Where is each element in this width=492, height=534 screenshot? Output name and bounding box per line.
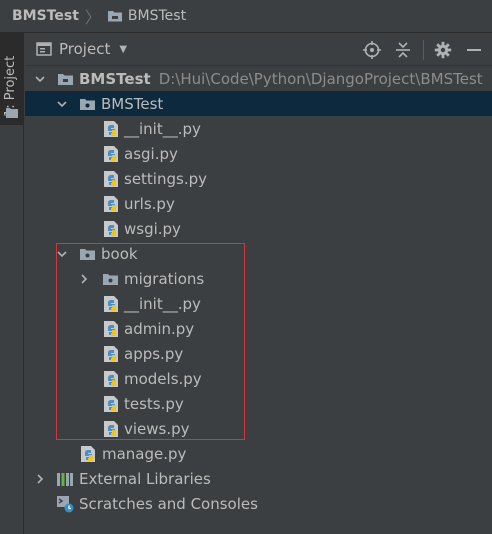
python-file-icon <box>103 170 121 188</box>
project-panel-header: Project ▼ <box>25 33 492 66</box>
folder-icon <box>78 95 96 113</box>
tree-label: settings.py <box>124 169 207 188</box>
tree-label: __init__.py <box>124 119 201 138</box>
tree-node-external-libraries[interactable]: External Libraries <box>25 466 492 491</box>
folder-icon <box>78 245 96 263</box>
folder-icon <box>107 11 122 22</box>
chevron-right-icon[interactable] <box>78 273 90 285</box>
collapse-all-button[interactable] <box>390 37 415 62</box>
chevron-down-icon[interactable] <box>34 73 46 85</box>
project-path: D:\Hui\Code\Python\DjangoProject\BMSTest <box>158 69 483 88</box>
tree-label: Scratches and Consoles <box>79 494 258 513</box>
breadcrumb-module[interactable]: BMSTest <box>107 8 186 24</box>
project-view-label: Project <box>59 40 111 58</box>
collapse-all-icon <box>395 41 410 58</box>
tree-label: BMSTest <box>101 94 164 113</box>
tree-node-bmstest-package[interactable]: BMSTest <box>25 91 492 116</box>
tree-node-file[interactable]: admin.py <box>25 316 492 341</box>
python-file-icon <box>103 420 121 438</box>
scratches-icon <box>56 495 74 513</box>
minimize-icon <box>466 48 481 51</box>
tree-label: External Libraries <box>79 469 211 488</box>
tree-label: migrations <box>124 269 205 288</box>
tree-label: models.py <box>124 369 202 388</box>
tree-label: asgi.py <box>124 144 178 163</box>
tree-node-file[interactable]: models.py <box>25 366 492 391</box>
python-file-icon <box>103 395 121 413</box>
project-tree: BMSTest D:\Hui\Code\Python\DjangoProject\… <box>25 66 492 534</box>
tree-node-root[interactable]: BMSTest D:\Hui\Code\Python\DjangoProject\… <box>25 66 492 91</box>
settings-button[interactable] <box>430 37 455 62</box>
python-file-icon <box>103 320 121 338</box>
tree-label: __init__.py <box>124 294 201 313</box>
breadcrumb-module-label: BMSTest <box>127 8 187 24</box>
tree-node-file[interactable]: __init__.py <box>25 116 492 141</box>
python-file-icon <box>103 120 121 138</box>
tree-label: manage.py <box>102 444 187 463</box>
tool-window-strip: 1: Project <box>0 33 24 534</box>
tree-node-file[interactable]: wsgi.py <box>25 216 492 241</box>
toolbar-divider <box>423 39 424 60</box>
python-file-icon <box>103 220 121 238</box>
tree-node-migrations[interactable]: migrations <box>25 266 492 291</box>
tree-label: tests.py <box>124 394 184 413</box>
project-window-icon <box>36 42 52 56</box>
tree-node-file[interactable]: apps.py <box>25 341 492 366</box>
tree-node-file[interactable]: views.py <box>25 416 492 441</box>
tree-node-file[interactable]: settings.py <box>25 166 492 191</box>
chevron-down-icon[interactable] <box>56 98 68 110</box>
chevron-right-icon[interactable] <box>34 473 46 485</box>
tree-label: urls.py <box>124 194 175 213</box>
folder-icon <box>101 270 119 288</box>
library-icon <box>56 470 74 488</box>
tree-node-scratches[interactable]: Scratches and Consoles <box>25 491 492 516</box>
tree-node-file[interactable]: urls.py <box>25 191 492 216</box>
tree-node-file[interactable]: tests.py <box>25 391 492 416</box>
breadcrumb-separator-icon: 〉 <box>84 8 101 27</box>
header-toolbar <box>359 33 492 66</box>
tree-label: admin.py <box>124 319 195 338</box>
locate-icon <box>362 40 381 59</box>
project-view-selector[interactable]: Project ▼ <box>25 40 127 58</box>
gear-icon <box>434 41 451 58</box>
tree-label: views.py <box>124 419 190 438</box>
python-file-icon <box>103 195 121 213</box>
tree-node-book-package[interactable]: book <box>25 241 492 266</box>
python-file-icon <box>103 145 121 163</box>
tree-label: BMSTest D:\Hui\Code\Python\DjangoProject\… <box>79 69 483 88</box>
tree-label: wsgi.py <box>124 219 181 238</box>
python-file-icon <box>103 295 121 313</box>
tree-node-file[interactable]: __init__.py <box>25 291 492 316</box>
folder-icon <box>6 108 18 118</box>
tree-node-file[interactable]: asgi.py <box>25 141 492 166</box>
hide-panel-button[interactable] <box>461 37 486 62</box>
tree-label: apps.py <box>124 344 184 363</box>
python-file-icon <box>80 445 98 463</box>
navigation-bar: BMSTest 〉 BMSTest <box>0 0 492 33</box>
folder-icon <box>56 70 74 88</box>
breadcrumb-project[interactable]: BMSTest <box>12 8 79 24</box>
chevron-down-icon: ▼ <box>119 43 128 55</box>
project-tool-tab[interactable]: 1: Project <box>0 33 24 125</box>
python-file-icon <box>103 370 121 388</box>
tree-node-file[interactable]: manage.py <box>25 441 492 466</box>
python-file-icon <box>103 345 121 363</box>
chevron-down-icon[interactable] <box>56 248 68 260</box>
locate-button[interactable] <box>359 37 384 62</box>
tree-label: book <box>101 244 138 263</box>
